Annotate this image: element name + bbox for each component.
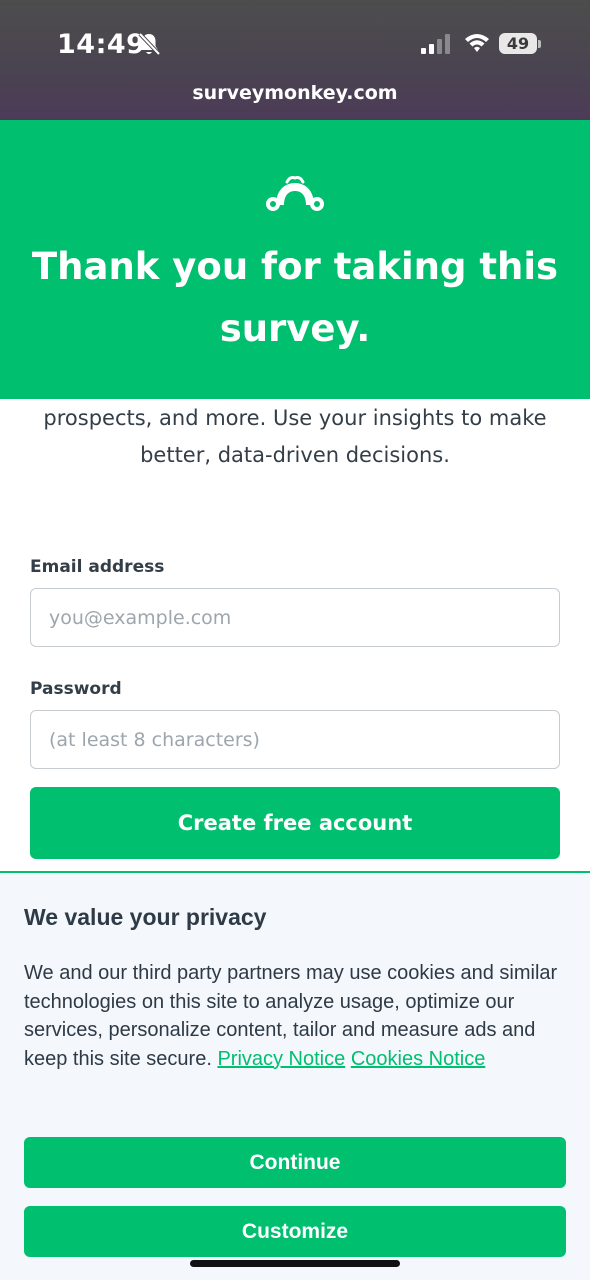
- page-title: Thank you for taking this survey.: [31, 245, 559, 350]
- password-field[interactable]: [30, 710, 560, 769]
- home-indicator[interactable]: [190, 1260, 400, 1267]
- password-label: Password: [30, 679, 122, 699]
- status-bar: 14:49 49 surveymonkey.com: [0, 0, 590, 120]
- privacy-title: We value your privacy: [24, 904, 267, 930]
- battery-icon: 49: [499, 33, 541, 55]
- battery-level: 49: [506, 34, 530, 53]
- privacy-text: We and our third party partners may use …: [24, 959, 566, 1073]
- privacy-notice-link[interactable]: Privacy Notice: [217, 1048, 345, 1070]
- surveymonkey-logo-icon: [266, 176, 324, 211]
- cookies-notice-link[interactable]: Cookies Notice: [351, 1048, 486, 1070]
- privacy-banner: We value your privacy We and our third p…: [0, 871, 590, 1280]
- thank-you-header: Thank you for taking this survey.: [0, 120, 590, 399]
- wifi-icon: [465, 34, 489, 52]
- status-time: 14:49: [57, 29, 146, 60]
- continue-button[interactable]: Continue: [24, 1137, 566, 1188]
- bell-slash-icon: [138, 32, 160, 56]
- signal-icon: [421, 34, 450, 54]
- customize-button[interactable]: Customize: [24, 1206, 566, 1257]
- battery-tip: [538, 40, 541, 48]
- email-field[interactable]: [30, 588, 560, 647]
- email-label: Email address: [30, 557, 165, 577]
- intro-text: prospects, and more. Use your insights t…: [43, 406, 547, 467]
- create-account-button[interactable]: Create free account: [30, 787, 560, 859]
- address-bar-url[interactable]: surveymonkey.com: [0, 82, 590, 104]
